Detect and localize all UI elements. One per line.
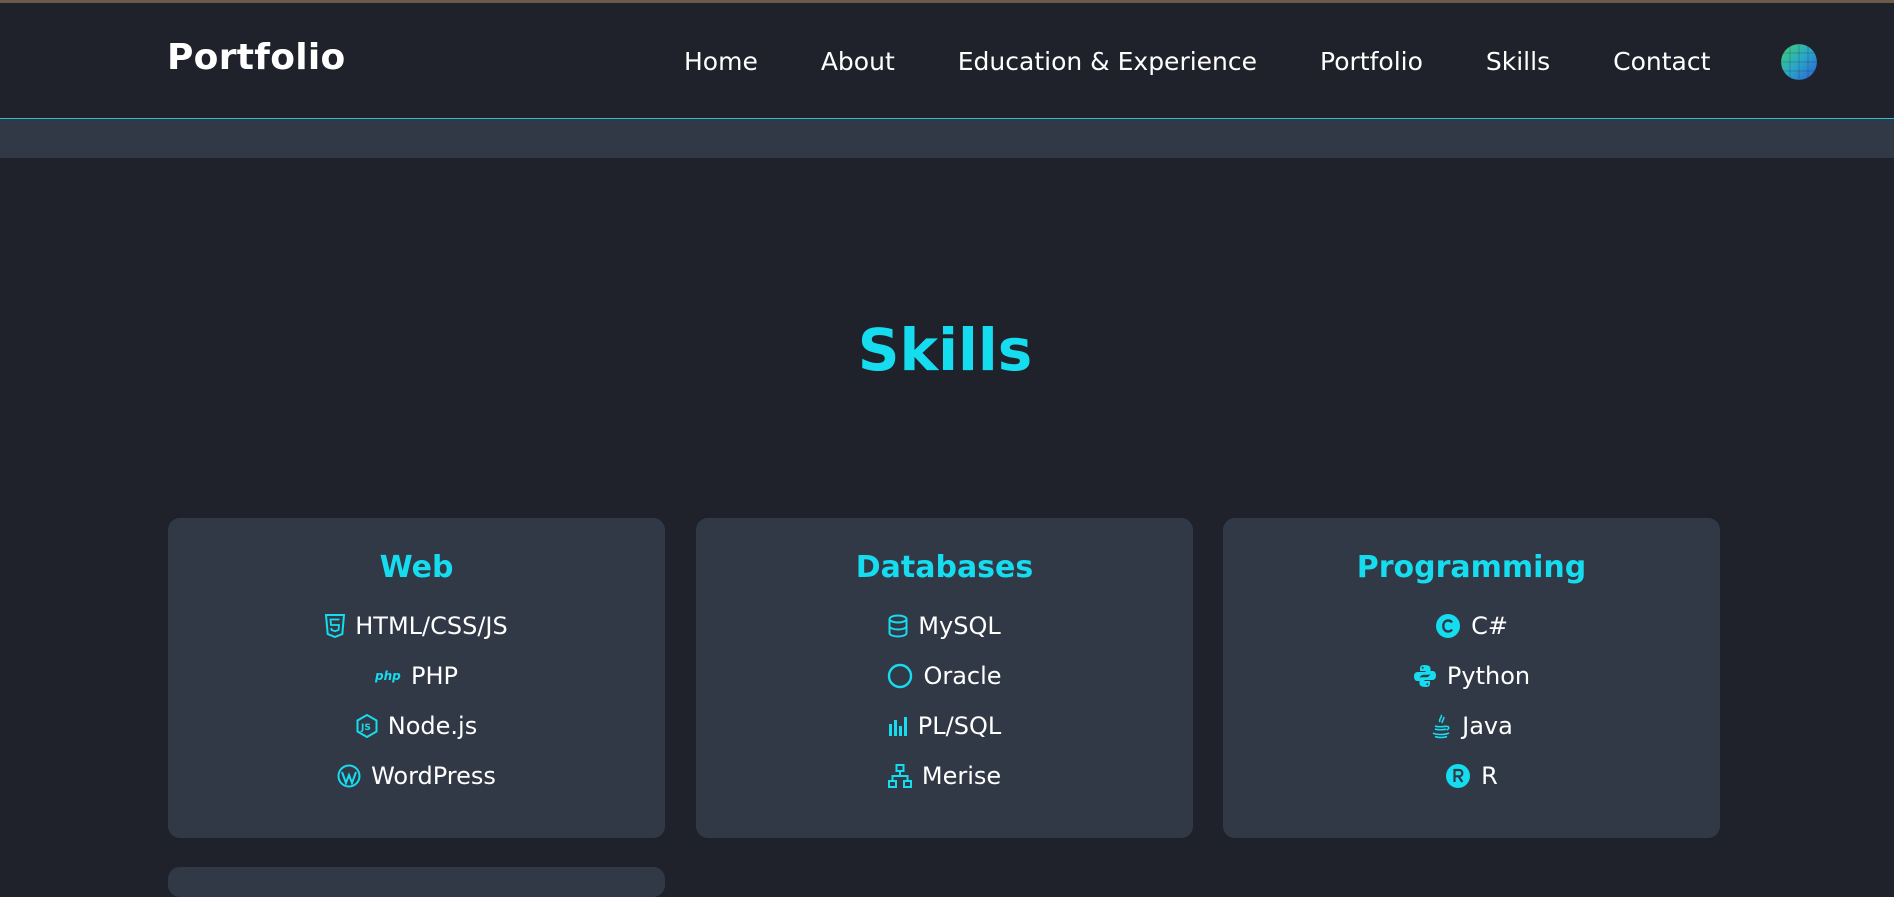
php-icon: php [375, 669, 401, 683]
skill-label: Python [1446, 662, 1531, 690]
sitemap-icon [887, 764, 912, 788]
skill-item: WordPress [168, 759, 665, 793]
skill-card-web: Web HTML/CSS/JS php PHP JS Node.js WordP… [168, 518, 665, 838]
skill-item: PL/SQL [696, 709, 1193, 743]
skill-item: Merise [696, 759, 1193, 793]
nav-link-contact[interactable]: Contact [1613, 47, 1710, 76]
wordpress-icon [337, 764, 361, 788]
skill-label: C# [1471, 612, 1508, 640]
nav-link-about[interactable]: About [821, 47, 895, 76]
skill-label: Java [1462, 712, 1513, 740]
skill-card-databases: Databases MySQL Oracle PL/SQL Merise [696, 518, 1193, 838]
skill-item: C# [1223, 609, 1720, 643]
globe-icon[interactable] [1781, 44, 1817, 80]
skill-label: MySQL [918, 612, 1001, 640]
nav-link-education-experience[interactable]: Education & Experience [958, 47, 1257, 76]
skill-item: JS Node.js [168, 709, 665, 743]
skill-label: Oracle [923, 662, 1002, 690]
bar-chart-icon [888, 717, 907, 736]
card-title: Databases [855, 550, 1034, 585]
nav-link-portfolio[interactable]: Portfolio [1320, 47, 1423, 76]
skill-label: WordPress [371, 762, 496, 790]
registered-icon [1446, 764, 1471, 788]
svg-text:JS: JS [360, 723, 371, 733]
skill-label: Merise [921, 762, 1002, 790]
nodejs-icon: JS [356, 714, 378, 738]
skill-card-programming: Programming C# Python Java R [1223, 518, 1720, 838]
header-subbar [0, 119, 1894, 158]
nav-link-skills[interactable]: Skills [1486, 47, 1550, 76]
skill-label: Node.js [387, 712, 478, 740]
nav-link-home[interactable]: Home [684, 47, 758, 76]
circle-icon [888, 663, 913, 689]
skill-item: Java [1223, 709, 1720, 743]
skill-label: PHP [411, 662, 458, 690]
skill-item: HTML/CSS/JS [168, 609, 665, 643]
java-icon [1432, 714, 1450, 739]
skill-item: php PHP [168, 659, 665, 693]
brand-logo[interactable]: Portfolio [167, 37, 346, 78]
navbar: Portfolio Home About Education & Experie… [0, 3, 1894, 119]
skill-item: R [1223, 759, 1720, 793]
skill-label: R [1481, 762, 1498, 790]
section-title: Skills [857, 316, 1033, 384]
html5-icon [325, 614, 346, 638]
skill-item: Python [1223, 659, 1720, 693]
nav-links: Home About Education & Experience Portfo… [684, 47, 1710, 76]
skill-label: PL/SQL [917, 712, 1002, 740]
card-title: Web [379, 550, 454, 585]
skill-item: MySQL [696, 609, 1193, 643]
skill-card-partial [168, 867, 665, 897]
skill-label: HTML/CSS/JS [355, 612, 508, 640]
svg-text:php: php [375, 669, 401, 683]
card-title: Programming [1356, 550, 1587, 585]
python-icon [1413, 665, 1436, 687]
skill-item: Oracle [696, 659, 1193, 693]
database-icon [888, 614, 908, 638]
copyright-icon [1436, 614, 1461, 638]
